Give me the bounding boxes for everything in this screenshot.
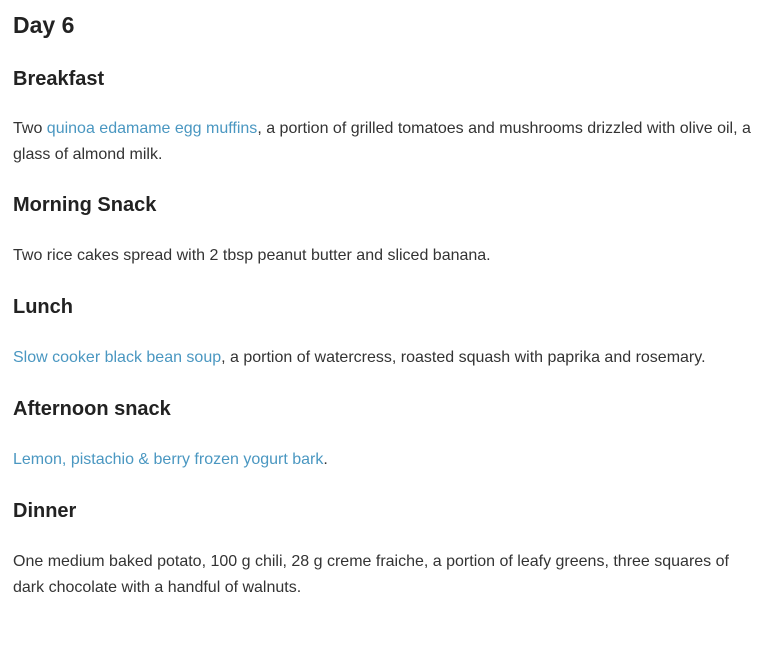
afternoon-snack-text: Lemon, pistachio & berry frozen yogurt b… [13,447,756,473]
lunch-text: Slow cooker black bean soup, a portion o… [13,345,756,371]
afternoon-snack-suffix: . [323,451,328,468]
lunch-suffix: , a portion of watercress, roasted squas… [221,349,706,366]
lunch-heading: Lunch [13,296,73,318]
breakfast-prefix: Two [13,120,47,137]
meal-plan-page: Day 6 Breakfast Two quinoa edamame egg m… [0,0,772,645]
afternoon-snack-heading: Afternoon snack [13,398,171,420]
breakfast-text: Two quinoa edamame egg muffins, a portio… [13,116,756,168]
dinner-text: One medium baked potato, 100 g chili, 28… [13,553,729,596]
slow-cooker-black-bean-soup-link[interactable]: Slow cooker black bean soup [13,349,221,366]
quinoa-edamame-egg-muffins-link[interactable]: quinoa edamame egg muffins [47,120,258,137]
breakfast-heading: Breakfast [13,68,105,90]
dinner-heading: Dinner [13,500,77,522]
day-title: Day 6 [13,12,75,38]
frozen-yogurt-bark-link[interactable]: Lemon, pistachio & berry frozen yogurt b… [13,451,323,468]
morning-snack-heading: Morning Snack [13,194,157,216]
morning-snack-text: Two rice cakes spread with 2 tbsp peanut… [13,247,491,264]
